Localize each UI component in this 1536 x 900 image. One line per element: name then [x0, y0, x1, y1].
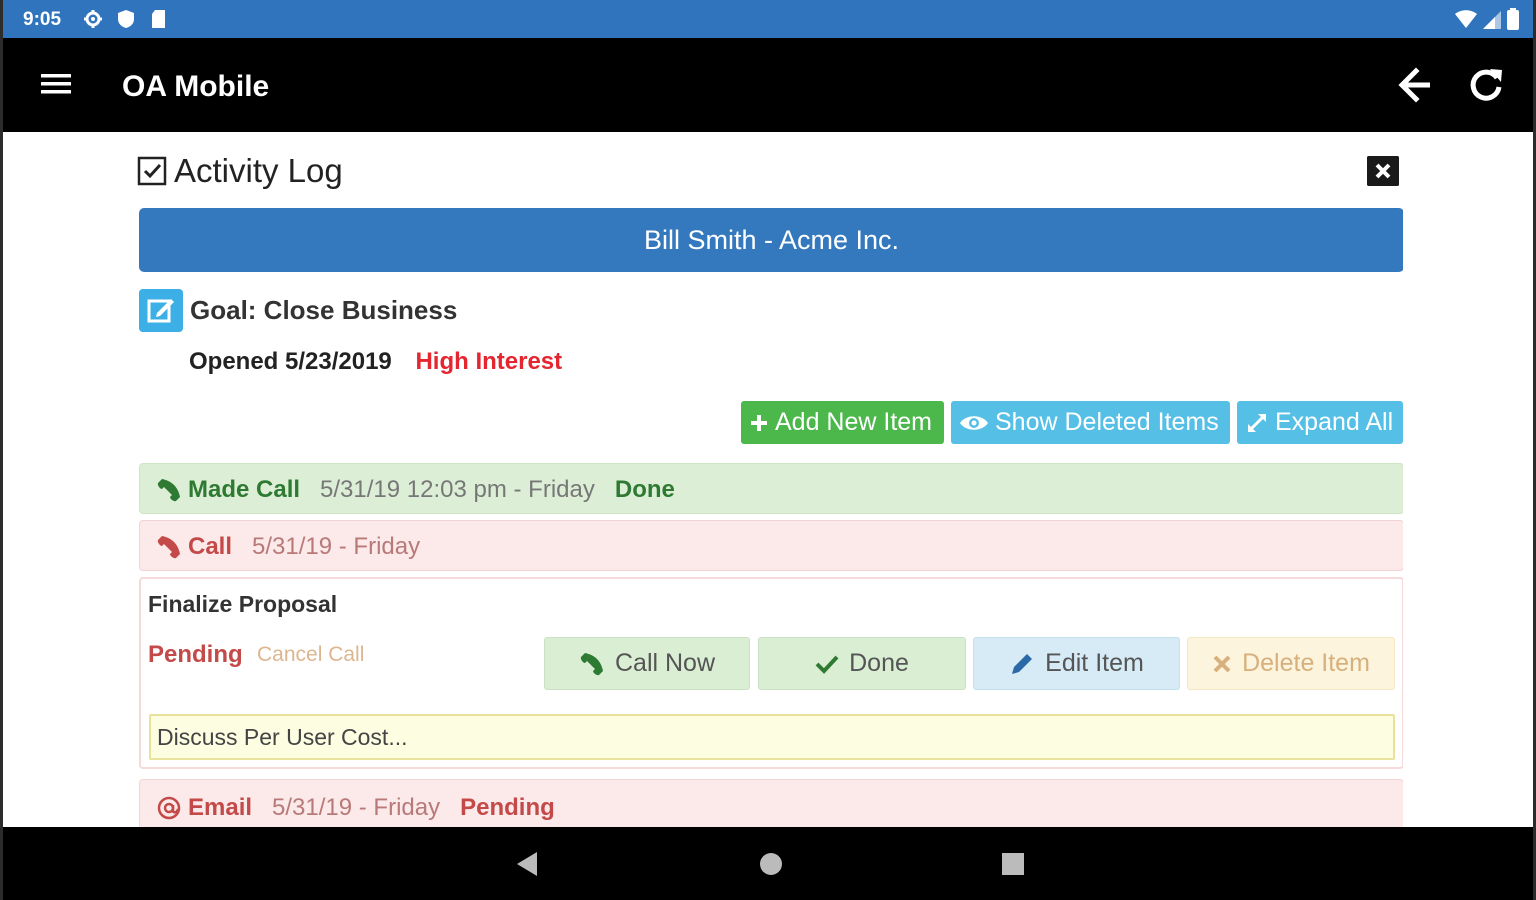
expand-all-label: Expand All	[1275, 408, 1394, 436]
made-call-content: Made Call 5/31/19 12:03 pm - Friday Done	[156, 476, 675, 504]
item-note: Discuss Per User Cost...	[149, 714, 1395, 760]
wifi-icon	[1455, 10, 1477, 28]
goal-row: Goal: Close Business	[139, 289, 1039, 333]
expand-icon	[1247, 413, 1267, 432]
email-type: Email	[188, 794, 253, 821]
status-time: 9:05	[23, 9, 62, 30]
delete-item-button[interactable]: Delete Item	[1187, 637, 1395, 690]
add-new-item-label: Add New Item	[775, 408, 933, 436]
edit-icon[interactable]	[139, 289, 183, 332]
add-new-item-button[interactable]: Add New Item	[741, 401, 944, 444]
goal-text: Goal: Close Business	[190, 295, 458, 325]
email-content: Email 5/31/19 - Friday Pending	[156, 794, 555, 822]
settings-icon	[84, 10, 102, 28]
status-right-icons	[1455, 8, 1519, 30]
call-detail-panel: Finalize Proposal Pending Cancel Call Ca…	[139, 577, 1403, 769]
email-type-group: Email	[156, 794, 252, 822]
opened-row: Opened 5/23/2019 High Interest	[189, 348, 562, 376]
phone-icon	[157, 479, 180, 502]
activity-row-email[interactable]: Email 5/31/19 - Friday Pending	[139, 779, 1403, 827]
signal-icon	[1483, 11, 1501, 29]
shield-icon	[118, 10, 134, 28]
checkbox-icon	[137, 156, 167, 186]
opened-date: Opened 5/23/2019	[189, 348, 392, 375]
pencil-icon	[1012, 653, 1033, 674]
activity-row-made-call[interactable]: Made Call 5/31/19 12:03 pm - Friday Done	[139, 463, 1403, 514]
call-now-label: Call Now	[614, 649, 716, 677]
plus-icon	[751, 414, 767, 431]
battery-icon	[1507, 8, 1519, 30]
phone-icon	[580, 652, 603, 675]
call-type-group: Call	[156, 533, 232, 561]
refresh-icon[interactable]	[1466, 65, 1506, 105]
contact-bar[interactable]: Bill Smith - Acme Inc.	[139, 208, 1403, 272]
activity-row-call[interactable]: Call 5/31/19 - Friday	[139, 520, 1403, 571]
made-call-date: 5/31/19 12:03 pm - Friday	[320, 476, 595, 503]
email-status: Pending	[460, 794, 555, 821]
activity-log-header: Activity Log	[135, 152, 1403, 192]
edit-item-label: Edit Item	[1045, 649, 1144, 677]
x-icon	[1213, 655, 1231, 672]
nav-recents-icon[interactable]	[1000, 851, 1026, 877]
edit-item-button[interactable]: Edit Item	[973, 637, 1180, 690]
cancel-call-link[interactable]: Cancel Call	[257, 643, 364, 667]
close-icon[interactable]	[1367, 156, 1399, 186]
navigation-bar	[3, 827, 1533, 900]
call-date: 5/31/19 - Friday	[252, 533, 421, 560]
item-status: Pending	[148, 641, 243, 668]
at-icon	[157, 796, 181, 820]
check-icon	[815, 655, 839, 674]
made-call-type: Made Call	[188, 476, 301, 503]
done-button[interactable]: Done	[758, 637, 966, 690]
call-content: Call 5/31/19 - Friday	[156, 533, 420, 561]
show-deleted-items-button[interactable]: Show Deleted Items	[951, 401, 1230, 444]
app-title: OA Mobile	[122, 70, 270, 103]
delete-item-label: Delete Item	[1242, 649, 1370, 677]
call-now-button[interactable]: Call Now	[544, 637, 750, 690]
back-arrow-icon[interactable]	[1396, 66, 1434, 104]
nav-home-icon[interactable]	[757, 850, 785, 878]
app-bar: OA Mobile	[3, 38, 1533, 132]
action-buttons: Add New Item Show Deleted Items Expand A…	[741, 401, 1403, 444]
made-call-type-group: Made Call	[156, 476, 300, 504]
phone-icon	[157, 536, 180, 559]
content-area: Activity Log Bill Smith - Acme Inc. Goal…	[135, 132, 1403, 827]
email-date: 5/31/19 - Friday	[272, 794, 441, 821]
expand-all-button[interactable]: Expand All	[1237, 401, 1403, 444]
page-title: Activity Log	[174, 152, 343, 189]
device-screen: 9:05 OA Mobile Activity Log Bill Smith -…	[3, 0, 1533, 900]
made-call-status: Done	[614, 476, 675, 503]
sd-card-icon	[152, 10, 165, 28]
nav-back-icon[interactable]	[513, 849, 543, 879]
call-type: Call	[188, 533, 233, 560]
interest-badge: High Interest	[415, 348, 563, 375]
status-bar: 9:05	[3, 0, 1533, 38]
show-deleted-items-label: Show Deleted Items	[995, 408, 1219, 436]
item-title: Finalize Proposal	[148, 591, 338, 617]
done-label: Done	[849, 649, 909, 677]
eye-icon	[960, 415, 988, 430]
menu-icon[interactable]	[41, 72, 71, 96]
